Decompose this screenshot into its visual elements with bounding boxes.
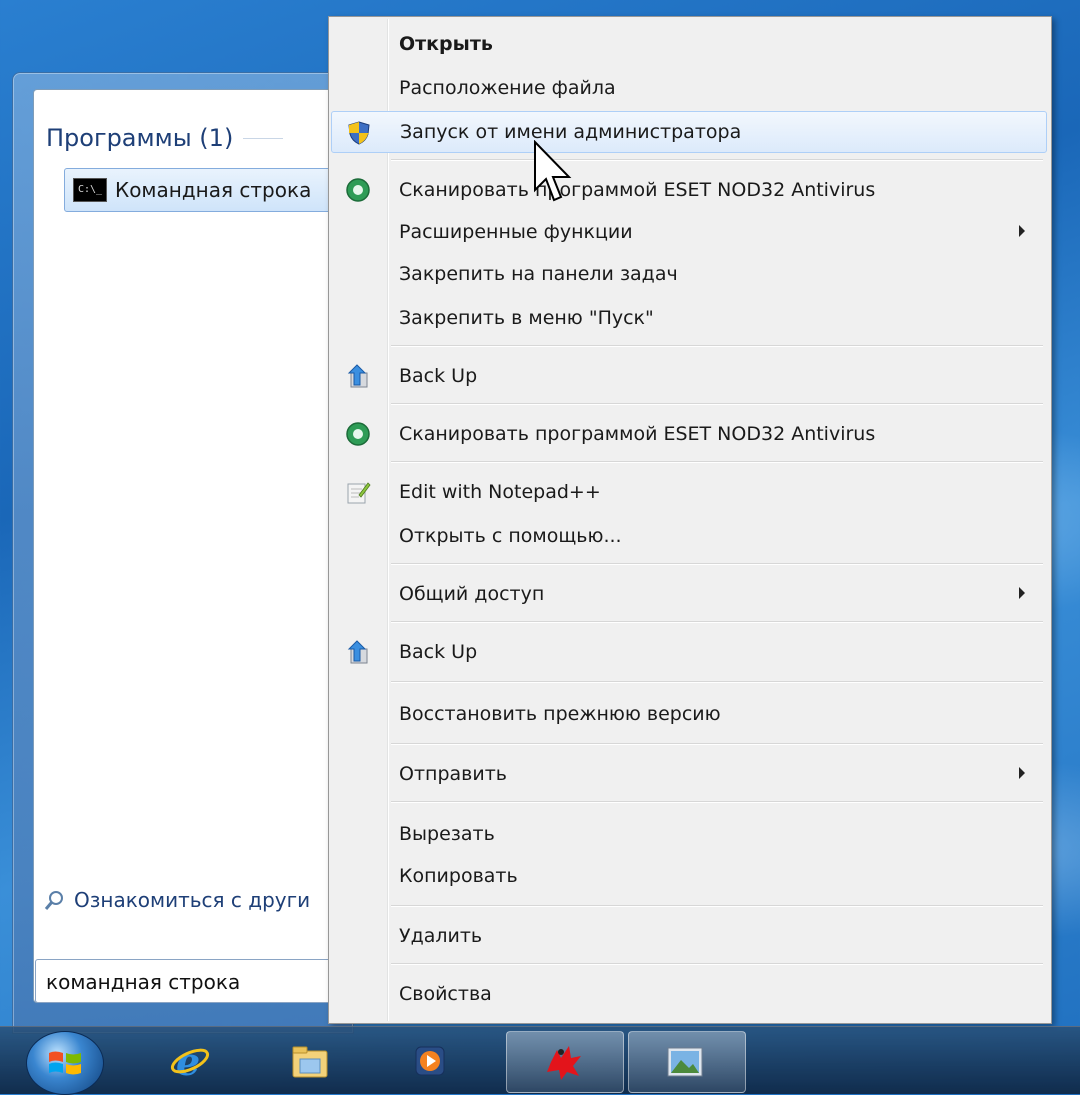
svg-text:e: e: [176, 1041, 200, 1081]
menu-item-pin-start[interactable]: Закрепить в меню "Пуск": [331, 297, 1047, 339]
menu-separator: [391, 681, 1043, 683]
menu-item-label: Отправить: [399, 763, 507, 785]
start-search-input[interactable]: командная строка: [35, 959, 353, 1003]
menu-item-delete[interactable]: Удалить: [331, 915, 1047, 957]
menu-item-cut[interactable]: Вырезать: [331, 813, 1047, 855]
menu-item-restore-previous[interactable]: Восстановить прежнюю версию: [331, 693, 1047, 735]
programs-group-header: Программы (1): [46, 124, 284, 152]
see-more-results-link[interactable]: Ознакомиться с други: [44, 888, 310, 912]
menu-separator: [391, 345, 1043, 347]
search-icon: [44, 891, 63, 910]
menu-item-share[interactable]: Общий доступ: [331, 573, 1047, 615]
menu-item-label: Общий доступ: [399, 583, 545, 605]
mouse-cursor-icon: [534, 140, 572, 202]
menu-item-label: Открыть: [399, 33, 493, 55]
menu-item-label: Edit with Notepad++: [399, 481, 601, 503]
menu-item-label: Удалить: [399, 925, 483, 947]
taskbar-paint-app[interactable]: [506, 1031, 624, 1093]
taskbar-picture-viewer[interactable]: [628, 1031, 746, 1093]
menu-separator: [391, 461, 1043, 463]
taskbar-explorer[interactable]: [260, 1031, 360, 1091]
menu-item-label: Расположение файла: [399, 77, 616, 99]
menu-item-open-with[interactable]: Открыть с помощью...: [331, 515, 1047, 557]
media-player-icon: [415, 1046, 445, 1076]
eset-icon: [346, 422, 370, 446]
context-menu: Открыть Расположение файла Запуск от име…: [328, 16, 1052, 1024]
menu-separator: [391, 159, 1043, 161]
picture-viewer-icon: [667, 1047, 703, 1077]
menu-item-back-up[interactable]: Back Up: [331, 355, 1047, 397]
result-item-command-prompt[interactable]: C:\_ Командная строка: [64, 168, 354, 212]
submenu-arrow-icon: [1019, 767, 1025, 779]
menu-separator: [391, 403, 1043, 405]
menu-item-label: Восстановить прежнюю версию: [399, 703, 721, 725]
menu-item-send-to[interactable]: Отправить: [331, 753, 1047, 795]
backup-icon: [347, 364, 368, 388]
internet-explorer-icon: e: [170, 1041, 210, 1081]
menu-item-pin-taskbar[interactable]: Закрепить на панели задач: [331, 253, 1047, 295]
menu-separator: [391, 963, 1043, 965]
uac-shield-icon: [348, 121, 370, 145]
submenu-arrow-icon: [1019, 587, 1025, 599]
start-orb-button[interactable]: [26, 1031, 104, 1095]
menu-item-edit-notepadpp[interactable]: Edit with Notepad++: [331, 471, 1047, 513]
menu-item-copy[interactable]: Копировать: [331, 855, 1047, 897]
see-more-label: Ознакомиться с други: [74, 888, 311, 912]
menu-separator: [391, 621, 1043, 623]
menu-separator: [391, 905, 1043, 907]
programs-header-label: Программы (1): [46, 124, 234, 152]
menu-item-properties[interactable]: Свойства: [331, 973, 1047, 1015]
submenu-arrow-icon: [1019, 225, 1025, 237]
menu-item-label: Вырезать: [399, 823, 495, 845]
menu-item-file-location[interactable]: Расположение файла: [331, 67, 1047, 109]
menu-item-label: Свойства: [399, 983, 492, 1005]
eset-icon: [346, 178, 370, 202]
start-menu: Программы (1) C:\_ Командная строка Озна…: [12, 72, 355, 1034]
menu-item-back-up-2[interactable]: Back Up: [331, 631, 1047, 673]
menu-item-label: Открыть с помощью...: [399, 525, 622, 547]
menu-item-label: Копировать: [399, 865, 518, 887]
menu-item-open[interactable]: Открыть: [331, 23, 1047, 65]
menu-item-label: Back Up: [399, 365, 478, 387]
search-input-value: командная строка: [46, 970, 241, 994]
menu-item-label: Закрепить на панели задач: [399, 263, 678, 285]
menu-item-label: Сканировать программой ESET NOD32 Antivi…: [399, 423, 876, 445]
notepadpp-icon: [347, 482, 371, 504]
menu-item-advanced-functions[interactable]: Расширенные функции: [331, 211, 1047, 253]
taskbar-internet-explorer[interactable]: e: [140, 1031, 240, 1091]
header-divider: [243, 137, 284, 139]
paint-app-icon: [547, 1046, 581, 1080]
menu-separator: [391, 743, 1043, 745]
result-item-label: Командная строка: [115, 178, 312, 202]
menu-item-eset-scan-2[interactable]: Сканировать программой ESET NOD32 Antivi…: [331, 413, 1047, 455]
menu-item-label: Back Up: [399, 641, 478, 663]
menu-separator: [391, 801, 1043, 803]
taskbar: e: [0, 1026, 1080, 1095]
menu-item-label: Закрепить в меню "Пуск": [399, 307, 654, 329]
menu-item-label: Расширенные функции: [399, 221, 633, 243]
taskbar-media-player[interactable]: [380, 1031, 480, 1091]
command-prompt-icon: C:\_: [73, 178, 107, 202]
menu-separator: [391, 563, 1043, 565]
windows-flag-icon: [49, 1051, 81, 1075]
menu-item-eset-scan[interactable]: Сканировать программой ESET NOD32 Antivi…: [331, 169, 1047, 211]
menu-item-label: Сканировать программой ESET NOD32 Antivi…: [399, 179, 876, 201]
menu-item-run-as-admin[interactable]: Запуск от имени администратора: [331, 111, 1047, 153]
start-menu-results-pane: Программы (1) C:\_ Командная строка Озна…: [33, 89, 355, 1003]
backup-icon: [347, 640, 368, 664]
explorer-folder-icon: [292, 1046, 328, 1078]
